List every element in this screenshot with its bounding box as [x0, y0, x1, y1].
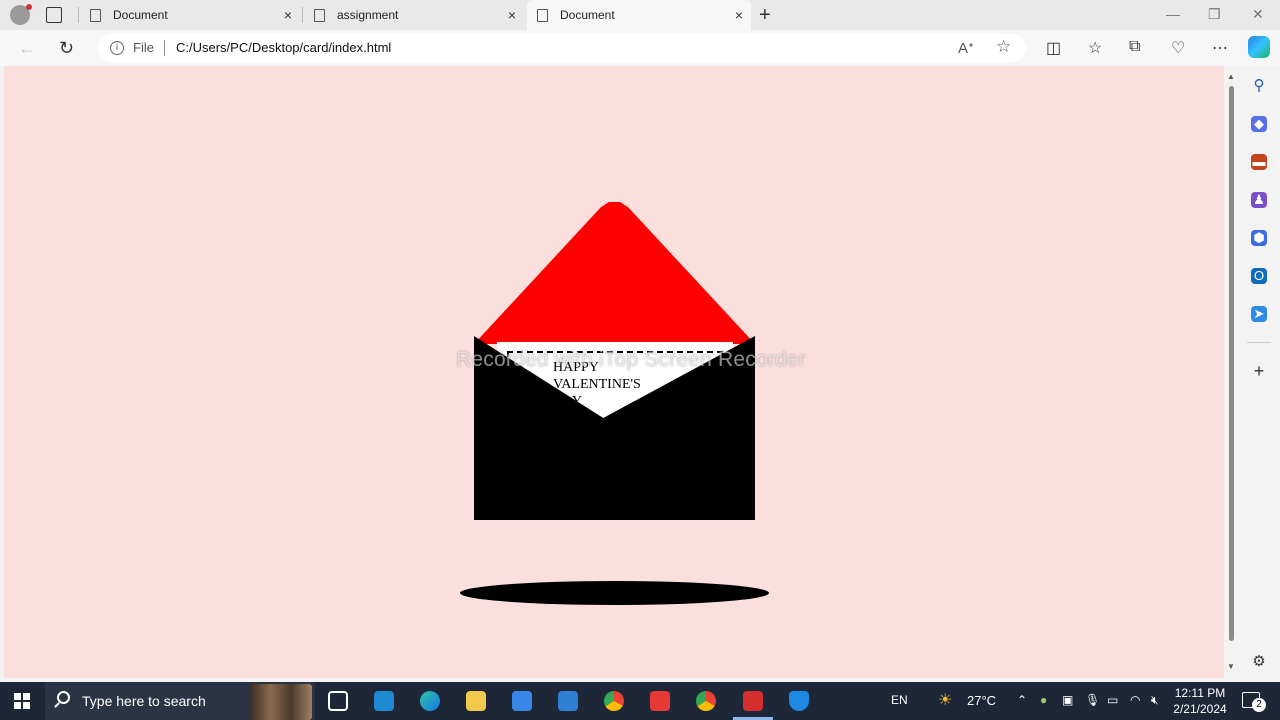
back-arrow-icon[interactable]: ←	[18, 38, 36, 59]
vertical-scrollbar[interactable]: ▲ ▼	[1226, 66, 1236, 678]
microsoft-store-icon[interactable]	[512, 691, 532, 711]
info-icon[interactable]: i	[110, 41, 124, 55]
chrome-profile-icon[interactable]	[696, 691, 716, 711]
scroll-up-icon[interactable]: ▲	[1227, 72, 1235, 81]
tab-assignment[interactable]: assignment ×	[304, 0, 524, 30]
edge-sidebar: ⚲ ◆ ▬ ♟ ⬢ O ➤ + ⚙	[1238, 66, 1280, 678]
tab-close-icon[interactable]: ×	[508, 7, 516, 23]
windows-taskbar: Type here to search EN ☀ 27°C ⌃ ● ▣ 🎙︎ ▭…	[0, 682, 1280, 720]
edge-icon[interactable]	[420, 691, 440, 711]
clock-date: 2/21/2024	[1173, 702, 1227, 716]
notification-count-badge: 2	[1252, 698, 1266, 712]
split-screen-icon[interactable]: ◫	[1046, 38, 1061, 58]
drop-icon[interactable]: ➤	[1251, 306, 1267, 322]
minimize-icon[interactable]: —	[1166, 6, 1180, 22]
new-tab-plus-icon[interactable]: +	[759, 4, 771, 27]
search-placeholder: Type here to search	[82, 693, 206, 709]
scroll-down-icon[interactable]: ▼	[1227, 662, 1235, 671]
language-indicator[interactable]: EN	[891, 693, 908, 707]
microphone-icon[interactable]: 🎙︎	[1085, 693, 1100, 707]
tab-document-1[interactable]: Document ×	[80, 0, 300, 30]
volume-muted-icon[interactable]: 🔇︎	[1151, 693, 1159, 708]
search-icon[interactable]: ⚲	[1251, 78, 1267, 94]
tab-title: Document	[113, 8, 168, 22]
screen-recorder-icon[interactable]	[743, 691, 763, 711]
mail-icon[interactable]	[558, 691, 578, 711]
copilot-icon[interactable]	[1248, 36, 1270, 58]
taskbar-search-box[interactable]: Type here to search	[45, 682, 315, 720]
battery-icon[interactable]: ▭	[1107, 693, 1118, 707]
read-aloud-icon[interactable]: Aᐩ	[958, 39, 974, 57]
favorite-star-icon[interactable]: ☆	[996, 37, 1011, 57]
tab-close-icon[interactable]: ×	[735, 7, 743, 23]
tab-document-active[interactable]: Document ×	[527, 0, 751, 30]
tab-title: Document	[560, 8, 615, 22]
tab-title: assignment	[337, 8, 399, 22]
more-menu-icon[interactable]: ⋯	[1212, 38, 1228, 58]
tab-actions-icon[interactable]	[46, 7, 62, 23]
close-window-icon[interactable]: ✕	[1252, 6, 1264, 23]
microsoft-365-icon[interactable]: ⬢	[1251, 230, 1267, 246]
wps-office-icon[interactable]	[650, 691, 670, 711]
document-icon	[314, 8, 325, 22]
browser-essentials-icon[interactable]: ♡	[1171, 38, 1185, 58]
shopping-icon[interactable]: ◆	[1251, 116, 1267, 132]
tools-icon[interactable]: ▬	[1251, 154, 1267, 170]
tab-separator	[302, 7, 303, 23]
add-app-plus-icon[interactable]: +	[1251, 362, 1267, 380]
scheme-label: File	[133, 40, 154, 55]
envelope-flap	[474, 202, 755, 344]
outlook-icon[interactable]: O	[1251, 268, 1267, 284]
web-page-content: HAPPY VALENTINE'S DAY Recorded with iTop…	[4, 66, 1224, 678]
tab-close-icon[interactable]: ×	[284, 7, 292, 23]
windows-start-icon[interactable]	[14, 693, 30, 709]
weather-sun-icon[interactable]: ☀	[938, 690, 952, 710]
recorder-watermark: Recorded with iTop Screen Recorder	[456, 348, 806, 371]
collections-icon[interactable]: ⧉	[1129, 38, 1140, 56]
favorites-icon[interactable]: ☆	[1088, 38, 1102, 58]
show-hidden-icons-chevron-icon[interactable]: ⌃	[1017, 693, 1027, 707]
settings-gear-icon[interactable]: ⚙	[1251, 654, 1267, 670]
scroll-thumb[interactable]	[1229, 86, 1234, 641]
task-view-icon[interactable]	[328, 691, 348, 711]
search-icon	[57, 691, 70, 704]
address-bar[interactable]: i File C:/Users/PC/Desktop/card/index.ht…	[98, 34, 1026, 62]
address-separator	[164, 40, 165, 56]
tab-strip: Document × assignment × Document × + — ❐…	[0, 0, 1280, 30]
clock-time: 12:11 PM	[1174, 686, 1226, 700]
vscode-icon[interactable]	[374, 691, 394, 711]
games-icon[interactable]: ♟	[1251, 192, 1267, 208]
profile-avatar-icon[interactable]	[10, 4, 32, 25]
envelope-shadow	[460, 581, 769, 605]
chrome-icon[interactable]	[604, 691, 624, 711]
tab-separator	[78, 7, 79, 23]
sidebar-separator	[1247, 342, 1271, 343]
browser-toolbar: ← ↻ i File C:/Users/PC/Desktop/card/inde…	[0, 30, 1280, 66]
document-icon	[90, 8, 101, 22]
restore-icon[interactable]: ❐	[1208, 6, 1221, 23]
url-text[interactable]: C:/Users/PC/Desktop/card/index.html	[176, 40, 391, 55]
wifi-icon[interactable]: ◠	[1130, 693, 1140, 707]
taskbar-clock[interactable]: 12:11 PM 2/21/2024	[1168, 685, 1232, 717]
weather-temperature[interactable]: 27°C	[967, 693, 996, 708]
security-shield-icon[interactable]	[789, 691, 809, 711]
meet-icon[interactable]: ▣	[1062, 693, 1073, 707]
document-icon	[537, 8, 548, 22]
refresh-icon[interactable]: ↻	[59, 38, 74, 59]
search-highlight-image	[250, 684, 312, 720]
tray-app-icon[interactable]: ●	[1040, 693, 1047, 707]
file-explorer-icon[interactable]	[466, 691, 486, 711]
